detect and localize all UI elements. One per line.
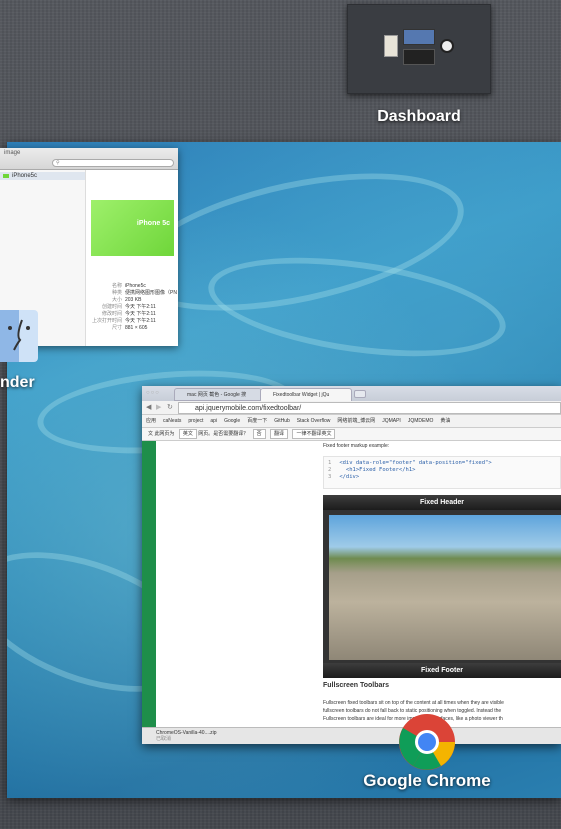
line-number: 2	[328, 467, 332, 473]
search-field[interactable]	[52, 159, 174, 167]
bookmark-item[interactable]: project	[188, 418, 203, 424]
calendar-widget-icon	[403, 29, 435, 45]
tab-google-search[interactable]: mac 网页 截色 - Google 搜	[174, 388, 262, 401]
download-item[interactable]: ChromeOS-Vanilla-40....zip 已取消	[156, 730, 547, 742]
calculator-widget-icon	[384, 35, 398, 57]
dashboard-space-thumbnail[interactable]	[347, 4, 491, 94]
info-value: iPhone5c	[125, 283, 146, 289]
downloads-bar: ChromeOS-Vanilla-40....zip 已取消	[142, 727, 561, 744]
wallpaper-wave	[202, 241, 512, 373]
info-value: 今天 下午2:11	[125, 311, 156, 317]
bookmark-item[interactable]: JQMDEMO	[408, 418, 434, 424]
info-row: 创建时间 今天 下午2:11	[91, 304, 177, 311]
info-key: 上次打开时间	[91, 318, 122, 324]
preview-titlebar[interactable]: image ⚲	[0, 148, 178, 170]
info-key: 名称	[111, 283, 122, 289]
finder-label: nder	[0, 374, 35, 391]
translate-button[interactable]: 翻译	[270, 429, 289, 439]
info-value: 203 KB	[125, 297, 142, 303]
line-number: 1	[328, 460, 332, 466]
file-info-list: 名称 iPhone5c 种类 便携网络图形图像（PN 大小 203 KB 创建时间 今天 下午…	[91, 283, 177, 332]
clock-widget-icon	[440, 39, 454, 53]
sidebar-item-label: iPhone5c	[12, 173, 38, 179]
bookmark-item[interactable]: 黄油	[440, 418, 450, 424]
back-icon[interactable]: ◀	[146, 401, 151, 415]
code-text: <h1>Fixed Footer</h1>	[339, 467, 416, 473]
address-text: api.jquerymobile.com/fixedtoolbar/	[195, 405, 302, 412]
doc-main: Fixed footer markup example: 1 <div data-…	[323, 441, 561, 727]
info-value: 便携网络图形图像（PN	[125, 290, 177, 296]
chrome-window[interactable]: ○○○ mac 网页 截色 - Google 搜 Fixedtoolbar Wi…	[142, 386, 561, 744]
info-key: 种类	[111, 290, 122, 296]
beach-photo	[329, 515, 561, 660]
never-translate-button[interactable]: 一律不翻译英文	[292, 429, 336, 439]
info-key: 创建时间	[101, 304, 122, 310]
finder-icon[interactable]	[0, 310, 38, 362]
info-row: 尺寸 881 × 605	[91, 325, 177, 332]
code-text: <div data-role="footer" data-position="f…	[339, 460, 492, 466]
paragraph-line: Fullscreen fixed toolbars sit on top of …	[323, 700, 504, 706]
tab-fixedtoolbar[interactable]: Fixedtoolbar Widget | jQu	[260, 388, 352, 401]
info-row: 上次打开时间 今天 下午2:11	[91, 318, 177, 325]
demo-header: Fixed Header	[323, 495, 561, 510]
info-row: 名称 iPhone5c	[91, 283, 177, 290]
info-key: 大小	[111, 297, 122, 303]
info-value: 881 × 605	[125, 325, 148, 331]
line-number: 3	[328, 474, 332, 480]
info-value: 今天 下午2:11	[125, 318, 156, 324]
window-controls[interactable]: ○○○	[146, 390, 160, 396]
page-content: Fixed footer markup example: 1 <div data-…	[142, 441, 561, 727]
bookmark-item[interactable]: Stack Overflow	[297, 418, 331, 424]
tab-strip: ○○○ mac 网页 截色 - Google 搜 Fixedtoolbar Wi…	[142, 386, 561, 401]
code-line: 3 </div>	[328, 474, 556, 481]
source-language-select[interactable]: 英文	[178, 429, 197, 439]
image-file-icon	[3, 174, 9, 178]
no-button[interactable]: 否	[252, 429, 266, 439]
bookmark-item[interactable]: 网络前端_博云网	[337, 418, 375, 424]
new-tab-button[interactable]	[354, 390, 366, 398]
code-block: 1 <div data-role="footer" data-position="…	[323, 456, 561, 489]
address-bar[interactable]: api.jquerymobile.com/fixedtoolbar/	[178, 402, 561, 414]
code-text: </div>	[339, 474, 360, 480]
translate-bar: 文 此网页为 英文 网页。是否需要翻译？ 否 翻译 一律不翻译英文	[142, 428, 561, 441]
info-key: 修改时间	[101, 311, 122, 317]
iphone-image: iPhone 5c	[91, 200, 174, 256]
omnibox-row: ◀ ▶ ↻ api.jquerymobile.com/fixedtoolbar/	[142, 401, 561, 415]
bookmark-item[interactable]: JQMAPI	[382, 418, 401, 424]
translate-question: 网页。是否需要翻译？	[198, 431, 249, 437]
forward-icon[interactable]: ▶	[156, 401, 161, 415]
reload-icon[interactable]: ↻	[167, 401, 173, 415]
section-intro: Fixed footer markup example:	[323, 443, 390, 449]
bookmark-item[interactable]: GitHub	[274, 418, 290, 424]
code-line: 1 <div data-role="footer" data-position="…	[328, 460, 556, 467]
search-icon: ⚲	[56, 160, 60, 166]
demo-footer: Fixed Footer	[323, 663, 561, 678]
download-status: 已取消	[156, 736, 172, 742]
weather-widget-icon	[403, 49, 435, 65]
section-heading: Fullscreen Toolbars	[323, 682, 389, 689]
bookmark-item[interactable]: 百度一下	[247, 418, 267, 424]
demo-screenshot: Fixed Header Fixed Footer	[323, 495, 561, 678]
sidebar-item[interactable]: iPhone5c	[0, 172, 85, 180]
preview-title: image	[4, 150, 21, 156]
info-row: 大小 203 KB	[91, 297, 177, 304]
info-row: 修改时间 今天 下午2:11	[91, 311, 177, 318]
bookmark-item[interactable]: caNeats	[163, 418, 181, 424]
bookmark-item[interactable]: 应用	[146, 418, 156, 424]
info-key: 尺寸	[111, 325, 122, 331]
chrome-icon[interactable]	[398, 713, 456, 771]
info-row: 种类 便携网络图形图像（PN	[91, 290, 177, 297]
info-value: 今天 下午2:11	[125, 304, 156, 310]
jqm-sidebar	[142, 441, 156, 727]
bookmarks-bar: 应用 caNeats project api Google 百度一下 GitHub Stack…	[142, 415, 561, 428]
code-line: 2 <h1>Fixed Footer</h1>	[328, 467, 556, 474]
translate-icon: 文	[148, 431, 154, 437]
bookmark-item[interactable]: api	[210, 418, 217, 424]
bookmark-item[interactable]: Google	[224, 418, 240, 424]
dashboard-label: Dashboard	[377, 108, 461, 125]
product-text: iPhone 5c	[136, 220, 170, 227]
chrome-app-label: Google Chrome	[363, 771, 491, 790]
translate-label: 此网页为	[154, 431, 175, 437]
